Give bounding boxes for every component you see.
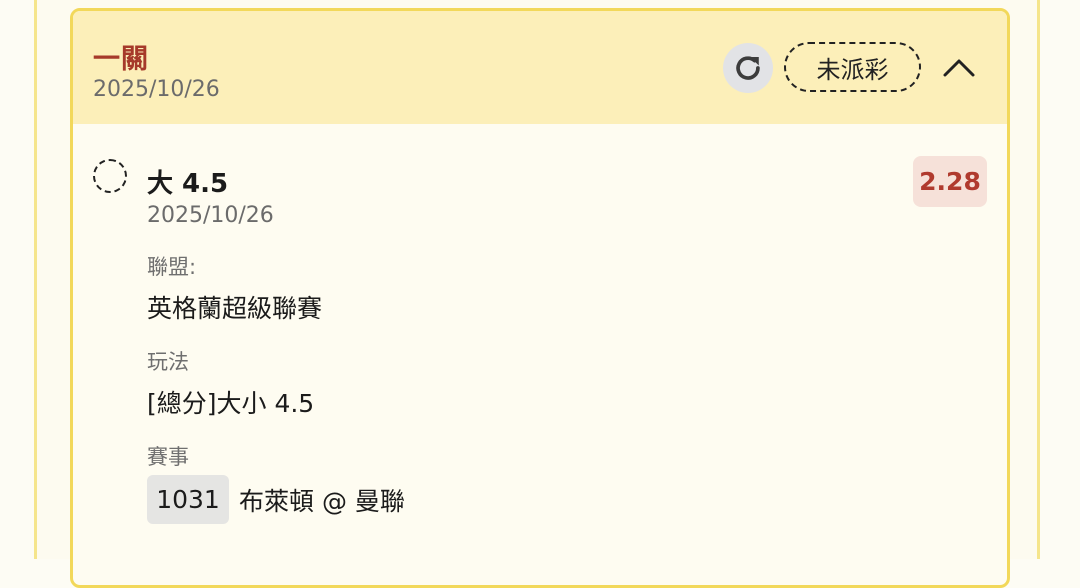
- selection-name: 大 4.5: [147, 169, 229, 199]
- play-type-label: 玩法: [147, 350, 189, 374]
- refresh-icon: [736, 56, 760, 80]
- league-label: 聯盟:: [147, 255, 197, 279]
- league-value: 英格蘭超級聯賽: [147, 294, 323, 323]
- match-label: 賽事: [147, 445, 189, 469]
- bet-date: 2025/10/26: [93, 77, 220, 102]
- selection-date: 2025/10/26: [147, 203, 274, 228]
- match-id-badge: 1031: [147, 475, 229, 524]
- radio-unchecked-icon[interactable]: [93, 159, 127, 193]
- odds-badge: 2.28: [913, 156, 987, 207]
- refresh-button[interactable]: [723, 43, 773, 93]
- bet-card: 一關 2025/10/26 未派彩 大 4.5 2025/10/26 2.28 …: [70, 8, 1010, 588]
- match-teams: 布萊頓 @ 曼聯: [239, 487, 405, 516]
- collapse-button[interactable]: [939, 49, 979, 85]
- bet-card-header[interactable]: 一關 2025/10/26 未派彩: [73, 11, 1007, 124]
- bet-type-title: 一關: [93, 44, 149, 75]
- chevron-up-icon: [943, 59, 975, 77]
- settlement-status-badge: 未派彩: [784, 42, 921, 92]
- play-type-value: [總分]大小 4.5: [147, 389, 315, 418]
